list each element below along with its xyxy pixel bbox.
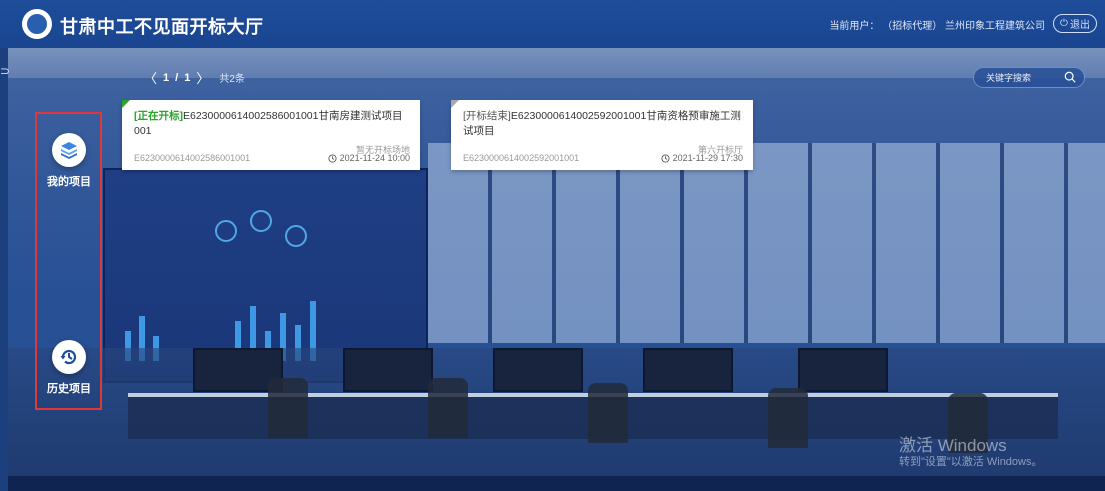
page-separator: /: [175, 71, 179, 84]
search-icon[interactable]: [1064, 71, 1076, 83]
bid-time-value: 2021-11-29 17:30: [672, 153, 743, 163]
user-label: 当前用户：: [829, 21, 880, 32]
top-header: 甘肃中工不见面开标大厅 当前用户： （招标代理） 兰州印象工程建筑公司 ⏻ 退出: [0, 0, 1105, 48]
logout-label: 退出: [1069, 20, 1090, 31]
monitor-decor: [798, 348, 888, 392]
chair-decor: [428, 378, 468, 438]
logout-button[interactable]: ⏻ 退出: [1053, 14, 1097, 33]
clock-icon: [661, 153, 670, 163]
monitor-decor: [643, 348, 733, 392]
sidebar-item-label: 我的项目: [47, 176, 91, 188]
chair-decor: [768, 388, 808, 448]
search-box: [973, 67, 1085, 88]
status-badge: [开标结束]: [463, 110, 511, 122]
pagination: 〈 1 / 1 〉 共2条: [144, 68, 245, 87]
user-company: 兰州印象工程建筑公司: [945, 21, 1045, 32]
project-card[interactable]: [开标结束]E6230000614002592001001甘南资格预审施工测试项…: [451, 100, 753, 170]
history-icon: [52, 340, 86, 374]
next-page-button[interactable]: 〉: [196, 68, 209, 87]
chair-decor: [268, 378, 308, 438]
bid-time: 2021-11-24 10:00: [328, 153, 410, 163]
chair-decor: [588, 383, 628, 443]
bid-time: 2021-11-29 17:30: [661, 153, 743, 163]
total-count: 共2条: [219, 74, 245, 85]
layers-icon: [52, 133, 86, 167]
collapse-arrow-icon[interactable]: ⊃: [0, 64, 10, 78]
activation-watermark-subtitle: 转到"设置"以激活 Windows。: [899, 456, 1043, 468]
total-pages: 1: [184, 71, 191, 84]
current-page: 1: [163, 71, 170, 84]
prev-page-button[interactable]: 〈: [144, 68, 157, 87]
logo-icon: [22, 9, 52, 39]
card-title: [正在开标]E6230000614002586001001甘南房建测试项目001: [134, 109, 410, 139]
sidebar-item-history-projects[interactable]: 历史项目: [38, 340, 100, 396]
power-icon: ⏻: [1060, 18, 1068, 29]
sidebar: 我的项目 历史项目: [8, 108, 108, 468]
user-role: （招标代理）: [882, 21, 943, 32]
app-title: 甘肃中工不见面开标大厅: [60, 17, 264, 37]
card-title: [开标结束]E6230000614002592001001甘南资格预审施工测试项…: [463, 109, 743, 139]
search-input[interactable]: [986, 72, 1060, 83]
status-badge: [正在开标]: [134, 110, 183, 122]
project-code: E6230000614002586001001: [134, 153, 251, 163]
monitor-decor: [343, 348, 433, 392]
project-card[interactable]: [正在开标]E6230000614002586001001甘南房建测试项目001…: [122, 100, 420, 170]
project-code: E6230000614002592001001: [463, 153, 580, 163]
bid-time-value: 2021-11-24 10:00: [339, 153, 410, 163]
sidebar-item-my-projects[interactable]: 我的项目: [38, 133, 100, 189]
bottom-bar: [8, 476, 1105, 491]
window-decor: [428, 143, 1105, 343]
clock-icon: [328, 153, 337, 163]
current-user: 当前用户： （招标代理） 兰州印象工程建筑公司: [829, 17, 1045, 32]
monitor-decor: [493, 348, 583, 392]
sidebar-item-label: 历史项目: [47, 383, 91, 395]
